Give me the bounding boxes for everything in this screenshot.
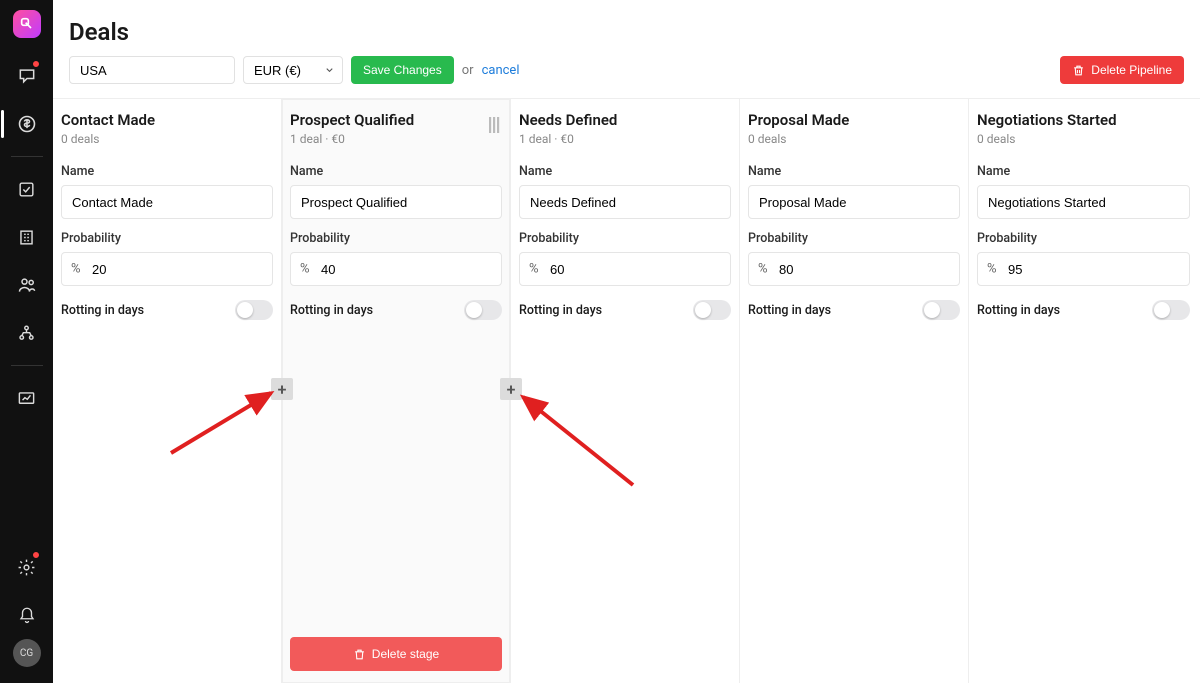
stage-title: Prospect Qualified <box>290 111 502 129</box>
pipeline-name-input[interactable] <box>69 56 235 84</box>
probability-input[interactable] <box>61 252 273 286</box>
rotting-toggle[interactable] <box>235 300 273 320</box>
rotting-label: Rotting in days <box>977 303 1060 318</box>
rotting-label: Rotting in days <box>748 303 831 318</box>
nav-companies[interactable] <box>7 217 47 257</box>
name-label: Name <box>977 164 1190 179</box>
probability-input[interactable] <box>519 252 731 286</box>
name-label: Name <box>519 164 731 179</box>
probability-input[interactable] <box>290 252 502 286</box>
stage-title: Contact Made <box>61 111 273 129</box>
percent-prefix: % <box>987 262 997 277</box>
nav-deals[interactable] <box>7 104 47 144</box>
pipeline-board: Contact Made 0 deals Name Probability % … <box>53 98 1200 683</box>
stage-title: Negotiations Started <box>977 111 1190 129</box>
stage-name-input[interactable] <box>977 185 1190 219</box>
app-logo[interactable] <box>13 10 41 38</box>
percent-prefix: % <box>300 262 310 277</box>
probability-label: Probability <box>290 231 502 246</box>
probability-input[interactable] <box>748 252 960 286</box>
probability-label: Probability <box>519 231 731 246</box>
nav-settings[interactable] <box>7 547 47 587</box>
stage-subtitle: 0 deals <box>748 132 960 146</box>
nav-contacts[interactable] <box>7 265 47 305</box>
add-stage-button[interactable]: + <box>271 378 293 400</box>
rotting-toggle[interactable] <box>464 300 502 320</box>
nav-notifications[interactable] <box>7 595 47 635</box>
stage-title: Proposal Made <box>748 111 960 129</box>
rotting-toggle[interactable] <box>1152 300 1190 320</box>
stage-name-input[interactable] <box>519 185 731 219</box>
cancel-link[interactable]: cancel <box>482 63 520 78</box>
stage-subtitle: 0 deals <box>61 132 273 146</box>
nav-tasks[interactable] <box>7 169 47 209</box>
delete-pipeline-label: Delete Pipeline <box>1091 63 1172 77</box>
rotting-label: Rotting in days <box>290 303 373 318</box>
toolbar: EUR (€) Save Changes or cancel Delete Pi… <box>53 56 1200 98</box>
delete-pipeline-button[interactable]: Delete Pipeline <box>1060 56 1184 84</box>
percent-prefix: % <box>529 262 539 277</box>
probability-input[interactable] <box>977 252 1190 286</box>
divider <box>11 365 43 366</box>
stage-prospect-qualified: Prospect Qualified 1 deal · €0 Name Prob… <box>282 99 511 683</box>
percent-prefix: % <box>758 262 768 277</box>
stage-proposal-made: Proposal Made 0 deals Name Probability %… <box>740 99 969 683</box>
probability-label: Probability <box>748 231 960 246</box>
probability-label: Probability <box>977 231 1190 246</box>
delete-stage-button[interactable]: Delete stage <box>290 637 502 671</box>
name-label: Name <box>748 164 960 179</box>
nav-reports[interactable] <box>7 378 47 418</box>
rotting-toggle[interactable] <box>922 300 960 320</box>
percent-prefix: % <box>71 262 81 277</box>
rotting-label: Rotting in days <box>61 303 144 318</box>
save-button[interactable]: Save Changes <box>351 56 454 84</box>
stage-name-input[interactable] <box>61 185 273 219</box>
stage-subtitle: 1 deal · €0 <box>290 132 502 146</box>
nav-org[interactable] <box>7 313 47 353</box>
currency-select[interactable]: EUR (€) <box>243 56 343 84</box>
stage-subtitle: 1 deal · €0 <box>519 132 731 146</box>
or-label: or <box>462 63 474 78</box>
probability-label: Probability <box>61 231 273 246</box>
stage-name-input[interactable] <box>748 185 960 219</box>
rotting-label: Rotting in days <box>519 303 602 318</box>
rotting-toggle[interactable] <box>693 300 731 320</box>
stage-contact-made: Contact Made 0 deals Name Probability % … <box>53 99 282 683</box>
nav-inbox[interactable] <box>7 56 47 96</box>
stage-title: Needs Defined <box>519 111 731 129</box>
stage-negotiations-started: Negotiations Started 0 deals Name Probab… <box>969 99 1198 683</box>
notification-dot-icon <box>32 551 40 559</box>
stage-name-input[interactable] <box>290 185 502 219</box>
delete-stage-label: Delete stage <box>372 647 439 661</box>
trash-icon <box>1072 64 1085 77</box>
avatar[interactable]: CG <box>13 639 41 667</box>
notification-dot-icon <box>32 60 40 68</box>
stage-needs-defined: Needs Defined 1 deal · €0 Name Probabili… <box>511 99 740 683</box>
trash-icon <box>353 648 366 661</box>
main: Deals EUR (€) Save Changes or cancel Del… <box>53 0 1200 683</box>
sidebar: CG <box>0 0 53 683</box>
stage-subtitle: 0 deals <box>977 132 1190 146</box>
name-label: Name <box>61 164 273 179</box>
name-label: Name <box>290 164 502 179</box>
titlebar: Deals <box>53 0 1200 56</box>
drag-handle-icon[interactable] <box>488 117 500 137</box>
page-title: Deals <box>69 18 1184 46</box>
add-stage-button[interactable]: + <box>500 378 522 400</box>
divider <box>11 156 43 157</box>
